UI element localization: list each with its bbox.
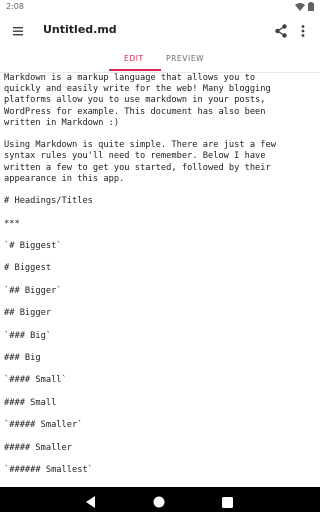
editor-line: `### Big` (4, 330, 52, 341)
hamburger-menu-icon (13, 27, 23, 36)
share-button[interactable] (273, 23, 289, 39)
share-icon (275, 24, 287, 38)
editor-line: #### Small (4, 397, 57, 408)
editor-tabs: EDIT PREVIEW (0, 48, 320, 73)
editor-line: appearance in this app. (4, 173, 125, 184)
tab-preview[interactable]: PREVIEW (166, 54, 204, 63)
more-vert-icon (301, 25, 305, 37)
editor-line: quickly and easily write for the web! Ma… (4, 84, 271, 95)
back-button[interactable] (86, 493, 96, 512)
editor-line: `##### Smaller` (4, 420, 83, 431)
recents-button[interactable] (222, 493, 233, 512)
editor-line: syntax rules you'll need to remember. Be… (4, 151, 266, 162)
menu-button[interactable] (8, 21, 28, 41)
editor-line: WordPress for example. This document has… (4, 106, 266, 117)
app-bar: Untitled.md (0, 14, 320, 48)
editor-line: Markdown is a markup language that allow… (4, 73, 256, 83)
battery-icon (308, 2, 314, 11)
editor-line: ##### Smaller (4, 442, 72, 453)
editor-line: `###### Smallest` (4, 464, 93, 475)
editor-line: `#### Small` (4, 375, 67, 386)
editor-line: *** (4, 218, 20, 229)
markdown-editor[interactable]: Markdown is a markup language that allow… (0, 73, 320, 486)
back-icon (86, 496, 95, 508)
status-time: 2:08 (6, 2, 24, 11)
editor-line: platforms allow you to use markdown in y… (4, 95, 266, 106)
wifi-icon (295, 2, 305, 11)
recents-icon (222, 497, 233, 508)
system-nav-bar (0, 487, 320, 512)
editor-line: # Biggest (4, 263, 52, 274)
home-button[interactable] (153, 493, 165, 512)
editor-line: `# Biggest` (4, 240, 62, 251)
active-tab-indicator (109, 69, 161, 71)
document-title: Untitled.md (43, 23, 117, 36)
editor-line: # Headings/Titles (4, 196, 93, 207)
status-bar: 2:08 (0, 0, 320, 14)
editor-text[interactable]: Markdown is a markup language that allow… (4, 73, 316, 476)
editor-line: Using Markdown is quite simple. There ar… (4, 140, 276, 151)
editor-line: ### Big (4, 352, 41, 363)
editor-line: ## Bigger (4, 308, 52, 319)
editor-line: written in Markdown :) (4, 117, 120, 128)
editor-line: `## Bigger` (4, 285, 62, 296)
editor-line: written a few to get you started, follow… (4, 162, 271, 173)
more-options-button[interactable] (298, 23, 308, 39)
tab-edit[interactable]: EDIT (124, 54, 144, 63)
status-icons (295, 2, 314, 11)
home-icon (153, 496, 165, 508)
